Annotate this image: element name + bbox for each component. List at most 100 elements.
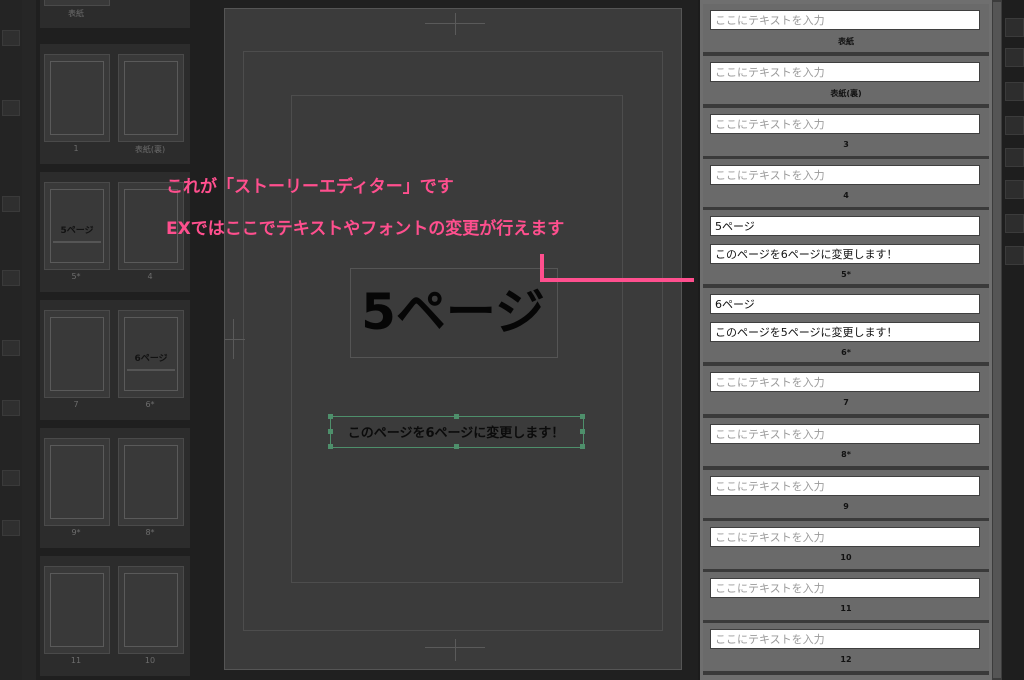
- story-page-label: 11: [840, 604, 852, 613]
- scrollbar-thumb[interactable]: [993, 2, 1001, 678]
- story-text-input[interactable]: ここにテキストを入力: [710, 372, 980, 392]
- page-subtitle-text[interactable]: このページを6ページに変更します！: [330, 422, 582, 441]
- right-tool-strip: [1002, 0, 1024, 680]
- page-number-label: 10: [144, 656, 156, 665]
- story-text-field[interactable]: 6ページ: [710, 294, 980, 314]
- trim-mark: [233, 319, 234, 359]
- page-thumbnail[interactable]: [118, 54, 184, 142]
- story-page-label: 7: [843, 398, 849, 407]
- page-thumbnail[interactable]: 5ページ: [44, 182, 110, 270]
- story-page-label: 3: [843, 140, 849, 149]
- story-text-field[interactable]: このページを5ページに変更します！: [710, 322, 980, 342]
- panel-icon[interactable]: [1005, 180, 1024, 199]
- panel-icon[interactable]: [1005, 48, 1024, 67]
- annotation-pointer: [540, 278, 694, 282]
- page-number-label: 6*: [145, 400, 155, 409]
- story-entry: 6ページこのページを5ページに変更します！ 6*: [703, 288, 989, 366]
- story-text-input[interactable]: ここにテキストを入力: [710, 424, 980, 444]
- tool-button[interactable]: [2, 196, 20, 212]
- story-text-field[interactable]: このページを6ページに変更します！: [710, 244, 980, 264]
- tool-button[interactable]: [2, 30, 20, 46]
- story-text-input[interactable]: ここにテキストを入力: [710, 578, 980, 598]
- page-number-label: 5*: [71, 272, 81, 281]
- story-text-input[interactable]: ここにテキストを入力: [710, 62, 980, 82]
- trim-mark: [455, 13, 456, 35]
- page-number-label: 9*: [71, 528, 81, 537]
- panel-icon[interactable]: [1005, 148, 1024, 167]
- thumbnail-title: 5ページ: [60, 226, 94, 236]
- thumbnail-frame: [50, 573, 104, 647]
- story-page-label: 表紙: [838, 37, 854, 46]
- thumbnail-frame: [50, 61, 104, 135]
- thumbnail-frame: [124, 445, 178, 519]
- story-entry: ここにテキストを入力 10: [703, 521, 989, 573]
- story-page-label: 12: [840, 655, 852, 664]
- story-text-input[interactable]: ここにテキストを入力: [710, 476, 980, 496]
- resize-handle[interactable]: [454, 444, 459, 449]
- page-thumbnail[interactable]: [44, 566, 110, 654]
- tool-button[interactable]: [2, 470, 20, 486]
- thumbnail-title: 6ページ: [134, 354, 168, 364]
- panel-icon[interactable]: [1005, 116, 1024, 135]
- resize-handle[interactable]: [580, 414, 585, 419]
- annotation-line-1: これが「ストーリーエディター」です: [166, 177, 454, 197]
- thumbnail-subtext: [127, 369, 175, 371]
- story-page-label: 8*: [841, 450, 851, 459]
- story-entry: 5ページ このページを6ページに変更します！ 5*: [703, 210, 989, 288]
- resize-handle[interactable]: [328, 414, 333, 419]
- page-number-label: 表紙(裏): [134, 145, 166, 154]
- tool-button[interactable]: [2, 400, 20, 416]
- tool-strip: [0, 0, 22, 680]
- page-thumbnail[interactable]: [44, 310, 110, 398]
- panel-icon[interactable]: [1005, 214, 1024, 233]
- page-thumbnail[interactable]: [118, 566, 184, 654]
- story-entry: ここにテキストを入力 8*: [703, 418, 989, 470]
- story-entry: ここにテキストを入力 12: [703, 623, 989, 675]
- story-text-input[interactable]: ここにテキストを入力: [710, 527, 980, 547]
- trim-mark: [455, 639, 456, 661]
- tool-button[interactable]: [2, 340, 20, 356]
- story-text-input[interactable]: ここにテキストを入力: [710, 114, 980, 134]
- page-number-label: 11: [70, 656, 82, 665]
- tool-button[interactable]: [2, 100, 20, 116]
- story-page-label: 6*: [841, 348, 851, 357]
- page-thumbnail[interactable]: [44, 54, 110, 142]
- resize-handle[interactable]: [580, 444, 585, 449]
- tool-button[interactable]: [2, 270, 20, 286]
- story-text-input[interactable]: ここにテキストを入力: [710, 10, 980, 30]
- thumbnail-frame: [124, 573, 178, 647]
- story-text-input[interactable]: ここにテキストを入力: [710, 165, 980, 185]
- page-thumbnail[interactable]: [118, 438, 184, 526]
- annotation-line-2: EXではここでテキストやフォントの変更が行えます: [166, 219, 565, 239]
- panel-icon[interactable]: [1005, 82, 1024, 101]
- trim-mark: [225, 339, 245, 340]
- story-entry: ここにテキストを入力 4: [703, 159, 989, 211]
- story-text-field[interactable]: 5ページ: [710, 216, 980, 236]
- page-spread[interactable]: 1 表紙(裏): [40, 44, 190, 164]
- story-entry: ここにテキストを入力表紙(裏): [703, 56, 989, 108]
- panel-icon[interactable]: [1005, 18, 1024, 37]
- thumbnail-frame: [124, 61, 178, 135]
- tool-button[interactable]: [2, 520, 20, 536]
- page-number-label: 7: [73, 400, 79, 409]
- thumbnail-frame: [50, 317, 104, 391]
- story-page-label: 10: [840, 553, 852, 562]
- page-thumbnail[interactable]: 6ページ: [118, 310, 184, 398]
- story-text-input[interactable]: ここにテキストを入力: [710, 629, 980, 649]
- story-page-label: 表紙(裏): [830, 89, 862, 98]
- thumbnail-frame: [50, 445, 104, 519]
- resize-handle[interactable]: [454, 414, 459, 419]
- page-thumbnail[interactable]: [44, 438, 110, 526]
- panel-icon[interactable]: [1005, 246, 1024, 265]
- page-thumbnail[interactable]: [44, 0, 110, 6]
- page-spread[interactable]: 11 10: [40, 556, 190, 676]
- page-spread[interactable]: 7 6ページ 6*: [40, 300, 190, 420]
- story-entry: ここにテキストを入力 3: [703, 108, 989, 160]
- page-spread[interactable]: 9* 8*: [40, 428, 190, 548]
- page-title-text[interactable]: 5ページ: [350, 282, 556, 342]
- page-number-label: 8*: [145, 528, 155, 537]
- page-number-label: 1: [73, 144, 79, 153]
- resize-handle[interactable]: [328, 444, 333, 449]
- page-spread[interactable]: 表紙: [40, 0, 190, 28]
- story-entry: ここにテキストを入力 7: [703, 366, 989, 418]
